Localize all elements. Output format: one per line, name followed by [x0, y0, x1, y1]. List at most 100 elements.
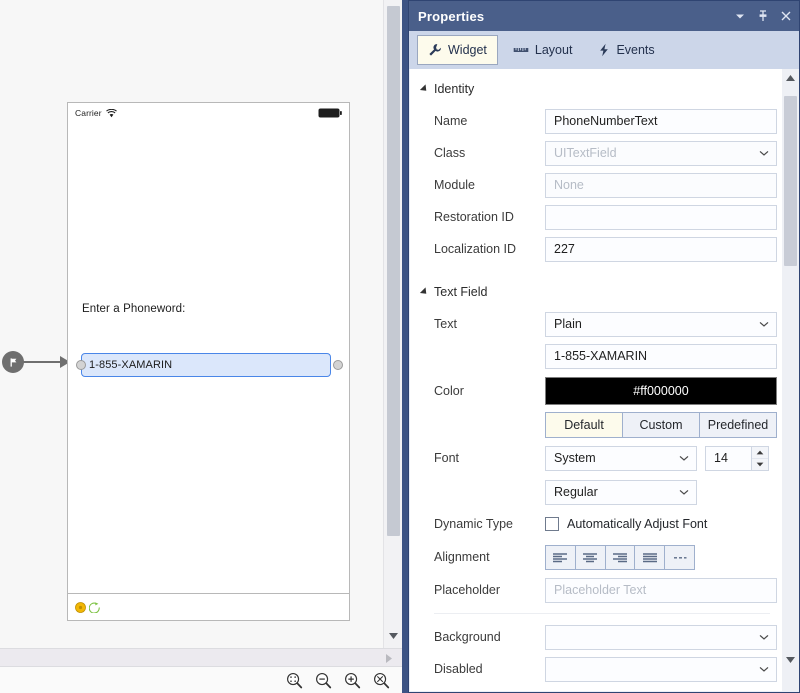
tab-layout[interactable]: Layout — [502, 35, 584, 65]
text-value-input[interactable]: 1-855-XAMARIN — [545, 344, 777, 369]
auto-adjust-font-checkbox[interactable] — [545, 517, 559, 531]
alignment-label: Alignment — [434, 550, 545, 564]
localization-id-label: Localization ID — [434, 242, 545, 256]
font-size-spinners — [751, 447, 768, 470]
class-combobox[interactable]: UITextField — [545, 141, 777, 166]
resize-handle-right[interactable] — [333, 360, 343, 370]
color-mode-predefined-button[interactable]: Predefined — [700, 412, 777, 438]
canvas-horizontal-scrollbar[interactable] — [0, 648, 402, 666]
canvas-vscroll-thumb[interactable] — [387, 6, 400, 536]
align-left-icon — [551, 551, 569, 564]
row-text-value: 1-855-XAMARIN — [410, 340, 782, 372]
zoom-to-fit-button[interactable] — [286, 672, 303, 689]
align-right-icon — [611, 551, 629, 564]
row-font-weight: Regular — [410, 476, 782, 508]
properties-panel: Properties Widget — [408, 0, 800, 693]
color-mode-custom-button[interactable]: Custom — [623, 412, 700, 438]
background-combobox[interactable] — [545, 625, 777, 650]
battery-full-icon — [318, 108, 342, 118]
exit-segue-icon[interactable] — [89, 602, 100, 613]
row-background: Background — [410, 621, 782, 653]
font-size-decrement-button[interactable] — [752, 459, 768, 470]
align-natural-button[interactable] — [665, 545, 695, 570]
pin-icon[interactable] — [756, 9, 770, 23]
color-mode-default-button[interactable]: Default — [545, 412, 623, 438]
restoration-id-input[interactable] — [545, 205, 777, 230]
auto-adjust-font-label: Automatically Adjust Font — [567, 517, 707, 531]
alignment-segmented-control[interactable] — [545, 545, 695, 570]
section-identity[interactable]: Identity — [410, 69, 782, 105]
chevron-down-icon — [759, 321, 769, 328]
align-right-button[interactable] — [606, 545, 636, 570]
collapse-triangle-icon — [420, 287, 429, 296]
chevron-down-icon — [679, 455, 689, 462]
disabled-combobox[interactable] — [545, 657, 777, 682]
ios-designer-canvas[interactable]: Carrier Enter a Phoneword: 1-855-XAMARIN — [0, 0, 404, 693]
view-controller-icon[interactable] — [75, 602, 86, 613]
carrier-label: Carrier — [75, 108, 102, 118]
flag-circle-icon — [2, 351, 24, 373]
name-input[interactable]: PhoneNumberText — [545, 109, 777, 134]
align-center-button[interactable] — [576, 545, 606, 570]
chevron-down-icon — [759, 666, 769, 673]
properties-scroll-thumb[interactable] — [784, 96, 797, 266]
zoom-out-button[interactable] — [315, 672, 332, 689]
canvas-zoom-toolbar[interactable] — [0, 666, 402, 693]
phone-number-textfield[interactable]: 1-855-XAMARIN — [81, 353, 331, 377]
module-input[interactable]: None — [545, 173, 777, 198]
row-module: Module None — [410, 169, 782, 201]
properties-scrollbar[interactable] — [782, 69, 799, 691]
tab-widget[interactable]: Widget — [417, 35, 498, 65]
row-localization-id: Localization ID 227 — [410, 233, 782, 265]
color-label: Color — [434, 384, 545, 398]
properties-scroll-up-button[interactable] — [782, 71, 799, 85]
restoration-id-label: Restoration ID — [434, 210, 545, 224]
font-family-combobox[interactable]: System — [545, 446, 697, 471]
iphone-view-controller[interactable]: Carrier Enter a Phoneword: 1-855-XAMARIN — [67, 102, 350, 621]
font-size-stepper[interactable]: 14 — [705, 446, 769, 471]
align-left-button[interactable] — [545, 545, 576, 570]
tab-events[interactable]: Events — [587, 35, 665, 65]
chevron-down-icon[interactable] — [733, 9, 747, 23]
text-style-combobox[interactable]: Plain — [545, 312, 777, 337]
module-label: Module — [434, 178, 545, 192]
font-weight-combobox[interactable]: Regular — [545, 480, 697, 505]
row-class: Class UITextField — [410, 137, 782, 169]
zoom-actual-size-button[interactable] — [373, 672, 390, 689]
color-swatch[interactable]: #ff000000 — [545, 377, 777, 405]
align-justify-icon — [641, 551, 659, 564]
class-value: UITextField — [554, 146, 617, 160]
row-restoration-id: Restoration ID — [410, 201, 782, 233]
color-mode-segmented-control[interactable]: Default Custom Predefined — [545, 412, 777, 438]
canvas-scroll-down-button[interactable] — [384, 628, 403, 644]
font-controls: System 14 — [545, 446, 769, 471]
close-icon[interactable] — [779, 9, 793, 23]
align-natural-icon — [671, 551, 689, 564]
tab-layout-label: Layout — [535, 43, 573, 57]
section-text-field[interactable]: Text Field — [410, 265, 782, 308]
storyboard-entry-point[interactable] — [2, 349, 70, 375]
placeholder-input[interactable]: Placeholder Text — [545, 578, 777, 603]
zoom-in-button[interactable] — [344, 672, 361, 689]
name-label: Name — [434, 114, 545, 128]
font-label: Font — [434, 451, 545, 465]
font-size-increment-button[interactable] — [752, 447, 768, 459]
font-size-value[interactable]: 14 — [706, 447, 751, 470]
phoneword-prompt-label: Enter a Phoneword: — [82, 303, 185, 315]
align-justify-button[interactable] — [635, 545, 665, 570]
dynamic-type-label: Dynamic Type — [434, 517, 545, 531]
row-dynamic-type: Dynamic Type Automatically Adjust Font — [410, 508, 782, 540]
placeholder-label: Placeholder — [434, 583, 545, 597]
canvas-scroll-right-button[interactable] — [382, 649, 396, 667]
placeholder-input-text: Placeholder Text — [554, 583, 646, 597]
properties-content: Identity Name PhoneNumberText Class UITe… — [410, 69, 782, 691]
class-label: Class — [434, 146, 545, 160]
auto-adjust-font-checkbox-row[interactable]: Automatically Adjust Font — [545, 517, 707, 531]
chevron-down-icon — [759, 150, 769, 157]
canvas-vertical-scrollbar[interactable] — [383, 0, 402, 648]
localization-id-input[interactable]: 227 — [545, 237, 777, 262]
storyboard-canvas[interactable]: Carrier Enter a Phoneword: 1-855-XAMARIN — [0, 0, 382, 648]
entry-arrow-line — [22, 361, 64, 363]
resize-handle-left[interactable] — [76, 360, 86, 370]
properties-scroll-down-button[interactable] — [782, 653, 799, 667]
